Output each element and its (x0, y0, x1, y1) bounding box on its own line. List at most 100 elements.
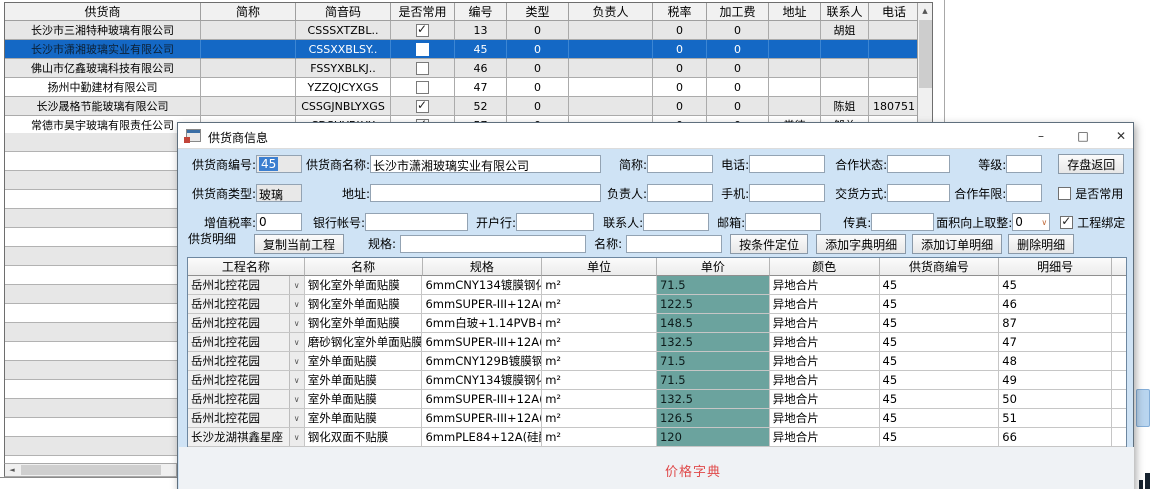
supplier-list-item[interactable] (5, 437, 177, 456)
save-return-button[interactable]: 存盘返回 (1058, 154, 1124, 174)
supplier-list-item[interactable] (5, 418, 177, 437)
supplier-list-item[interactable] (5, 171, 177, 190)
col-header-spec[interactable]: 规格 (423, 258, 543, 276)
common-checkbox[interactable] (416, 100, 429, 113)
col-header-unit[interactable]: 单位 (542, 258, 657, 276)
detail-row[interactable]: 岳州北控花园 ∨ 室外单面贴膜 6mmSUPER-III+12A(硅... m²… (188, 409, 1126, 428)
bank-account-field[interactable] (365, 213, 468, 231)
detail-row[interactable]: 岳州北控花园 ∨ 磨砂钢化室外单面贴膜 6mmSUPER-III+12A(硅..… (188, 333, 1126, 352)
scrollbar-thumb[interactable] (919, 20, 932, 88)
supplier-list-item[interactable] (5, 209, 177, 228)
close-icon[interactable]: ✕ (1104, 123, 1138, 149)
col-header-fee[interactable]: 加工费 (707, 3, 769, 21)
locate-by-condition-button[interactable]: 按条件定位 (730, 234, 808, 254)
project-combobox[interactable]: 岳州北控花园 ∨ (188, 295, 304, 313)
common-checkbox[interactable] (416, 62, 429, 75)
col-header-no[interactable]: 编号 (455, 3, 507, 21)
spec-filter-input[interactable] (400, 235, 586, 253)
scrollbar-thumb[interactable] (21, 465, 161, 475)
name-filter-input[interactable] (626, 235, 722, 253)
scroll-up-icon[interactable]: ▲ (918, 3, 932, 19)
email-field[interactable] (745, 213, 821, 231)
supplier-list-item[interactable] (5, 228, 177, 247)
col-header-manager[interactable]: 负责人 (569, 3, 653, 21)
col-header-phone[interactable]: 电话 (869, 3, 919, 21)
supplier-list-item[interactable] (5, 247, 177, 266)
contact-field[interactable] (643, 213, 709, 231)
supplier-name-field[interactable]: 长沙市潇湘玻璃实业有限公司 (370, 155, 601, 173)
detail-row[interactable]: 岳州北控花园 ∨ 钢化室外单面贴膜 6mmSUPER-III+12A(硅... … (188, 295, 1126, 314)
minimize-button[interactable]: – (1024, 123, 1058, 149)
col-header-type[interactable]: 类型 (507, 3, 569, 21)
mobile-field[interactable] (749, 184, 825, 202)
supplier-row[interactable]: 佛山市亿鑫玻璃科技有限公司 FSSYXBLKJ.. 46 0 0 0 (5, 59, 932, 78)
address-field[interactable] (370, 184, 601, 202)
supplier-list-item[interactable] (5, 342, 177, 361)
common-checkbox[interactable] (416, 81, 429, 94)
grade-field[interactable] (1006, 155, 1042, 173)
supplier-list-item[interactable] (5, 133, 177, 152)
fax-field[interactable] (871, 213, 934, 231)
detail-row[interactable]: 长沙龙湖祺鑫星座 ∨ 钢化双面不贴膜 6mmPLE84+12A(硅酮胶... m… (188, 428, 1126, 447)
coop-status-field[interactable] (887, 155, 950, 173)
background-scrollbar-thumb[interactable] (1136, 389, 1150, 427)
vertical-scrollbar[interactable]: ▲ (917, 3, 932, 135)
supplier-list-item[interactable] (5, 399, 177, 418)
col-header-contact[interactable]: 联系人 (821, 3, 869, 21)
coop-years-field[interactable] (1006, 184, 1042, 202)
horizontal-scrollbar[interactable]: ◄ (4, 463, 177, 477)
copy-current-project-button[interactable]: 复制当前工程 (254, 234, 344, 254)
col-header-abbr[interactable]: 简称 (201, 3, 296, 21)
delete-detail-button[interactable]: 删除明细 (1008, 234, 1074, 254)
dialog-titlebar[interactable]: 供货商信息 – □ ✕ (178, 123, 1133, 149)
col-header-price[interactable]: 单价 (657, 258, 770, 276)
detail-row[interactable]: 岳州北控花园 ∨ 室外单面贴膜 6mmCNY129B镀膜钢化 m² 71.5 异… (188, 352, 1126, 371)
vat-field[interactable]: 0 (256, 213, 302, 231)
supplier-list-item[interactable] (5, 152, 177, 171)
common-use-checkbox[interactable] (1058, 187, 1071, 200)
area-round-dropdown[interactable]: 0∨ (1012, 213, 1050, 231)
supplier-no-field[interactable]: 45 (256, 155, 302, 173)
project-combobox[interactable]: 岳州北控花园 ∨ (188, 333, 304, 351)
supplier-row[interactable]: 长沙市三湘特种玻璃有限公司 CSSSXTZBL.. 13 0 0 0 胡姐 (5, 21, 932, 40)
col-header-common[interactable]: 是否常用 (391, 3, 455, 21)
supplier-list-item[interactable] (5, 323, 177, 342)
col-header-detail-no[interactable]: 明细号 (999, 258, 1112, 276)
col-header-supplier-no[interactable]: 供货商编号 (880, 258, 1000, 276)
supplier-list-item[interactable] (5, 456, 177, 463)
manager-field[interactable] (647, 184, 713, 202)
maximize-button[interactable]: □ (1066, 123, 1100, 149)
supplier-row[interactable]: 长沙晟格节能玻璃有限公司 CSSGJNBLYXGS 52 0 0 0 陈姐 18… (5, 97, 932, 116)
project-combobox[interactable]: 岳州北控花园 ∨ (188, 371, 304, 389)
detail-row[interactable]: 岳州北控花园 ∨ 室外单面贴膜 6mmSUPER-III+12A(硅... m²… (188, 390, 1126, 409)
project-combobox[interactable]: 岳州北控花园 ∨ (188, 409, 304, 427)
common-checkbox[interactable] (416, 24, 429, 37)
col-header-pinyin[interactable]: 简音码 (296, 3, 391, 21)
project-combobox[interactable]: 岳州北控花园 ∨ (188, 390, 304, 408)
supplier-list-item[interactable] (5, 285, 177, 304)
col-header-name[interactable]: 名称 (305, 258, 423, 276)
col-header-address[interactable]: 地址 (769, 3, 821, 21)
phone-field[interactable] (749, 155, 825, 173)
col-header-supplier[interactable]: 供货商 (5, 3, 201, 21)
supplier-list-item[interactable] (5, 190, 177, 209)
detail-row[interactable]: 岳州北控花园 ∨ 钢化室外单面贴膜 6mm白玻+1.14PVB+6mm... m… (188, 314, 1126, 333)
bank-field[interactable] (516, 213, 594, 231)
project-bind-checkbox[interactable] (1060, 216, 1073, 229)
supplier-type-field[interactable]: 玻璃 (256, 184, 302, 202)
common-checkbox[interactable] (416, 43, 429, 56)
project-combobox[interactable]: 岳州北控花园 ∨ (188, 314, 304, 332)
detail-row[interactable]: 岳州北控花园 ∨ 室外单面贴膜 6mmCNY134镀膜钢化 m² 71.5 异地… (188, 371, 1126, 390)
supplier-list-item[interactable] (5, 361, 177, 380)
delivery-field[interactable] (887, 184, 950, 202)
detail-row[interactable]: 岳州北控花园 ∨ 钢化室外单面贴膜 6mmCNY134镀膜钢化 m² 71.5 … (188, 276, 1126, 295)
supplier-list-item[interactable] (5, 266, 177, 285)
project-combobox[interactable]: 岳州北控花园 ∨ (188, 276, 304, 294)
abbr-field[interactable] (647, 155, 713, 173)
add-order-detail-button[interactable]: 添加订单明细 (912, 234, 1002, 254)
supplier-row[interactable]: 扬州中勤建材有限公司 YZZQJCYXGS 47 0 0 0 (5, 78, 932, 97)
supplier-list-item[interactable] (5, 380, 177, 399)
project-combobox[interactable]: 岳州北控花园 ∨ (188, 352, 304, 370)
supplier-list-item[interactable] (5, 304, 177, 323)
add-dictionary-detail-button[interactable]: 添加字典明细 (816, 234, 906, 254)
